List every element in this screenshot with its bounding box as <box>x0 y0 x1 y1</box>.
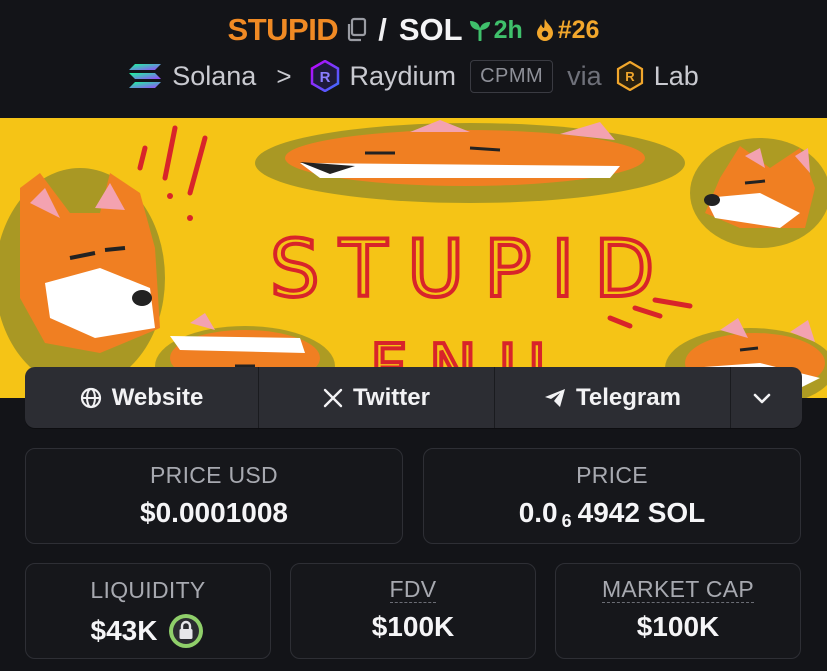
pair-age: 2h <box>469 16 523 45</box>
fdv-value: $100K <box>371 611 455 643</box>
flame-icon <box>536 19 553 41</box>
price-usd-value: $0.0001008 <box>140 497 288 528</box>
liquidity-value-row: $43K <box>26 612 270 650</box>
price-usd-label: PRICE USD <box>150 462 278 488</box>
price-native-value: 0.0 6 4942 SOL <box>424 497 800 531</box>
banner-text-stupid: STUPID <box>270 225 674 315</box>
x-icon <box>323 388 343 407</box>
svg-text:R: R <box>319 69 330 86</box>
token-banner: STUPID FNU <box>0 118 827 398</box>
website-button[interactable]: Website <box>25 367 259 428</box>
price-native-prefix: 0.0 <box>518 497 558 528</box>
fdv-label[interactable]: FDV <box>389 577 437 604</box>
price-native-zero-count: 6 <box>561 510 572 531</box>
market-cap-label[interactable]: MARKET CAP <box>601 577 755 604</box>
price-usd-card: PRICE USD $0.0001008 <box>25 448 403 544</box>
solana-icon <box>129 64 162 88</box>
dex-name: Raydium <box>349 60 457 91</box>
fdv-card: FDV $100K <box>290 563 536 659</box>
pair-age-value: 2h <box>493 15 523 44</box>
pair-separator: / <box>378 12 387 47</box>
price-native-label: PRICE <box>576 462 648 488</box>
social-links: Website Twitter Telegram <box>25 367 802 428</box>
raydium-icon: R <box>310 60 339 92</box>
liquidity-card: LIQUIDITY $43K <box>25 563 271 659</box>
price-native-card: PRICE 0.0 6 4942 SOL <box>423 448 801 544</box>
liquidity-lock-icon[interactable] <box>167 612 205 650</box>
breadcrumb: Solana > R Raydium CPMM via R Lab <box>0 55 827 97</box>
telegram-button[interactable]: Telegram <box>495 367 731 428</box>
banner-artwork: STUPID FNU <box>0 118 827 398</box>
liquidity-value: $43K <box>90 615 158 646</box>
launchpad-lab[interactable]: R Lab <box>616 61 699 92</box>
trending-rank-value: #26 <box>557 15 600 44</box>
twitter-button[interactable]: Twitter <box>259 367 495 428</box>
telegram-label: Telegram <box>576 383 681 411</box>
chevron-down-icon <box>753 393 770 403</box>
more-links-button[interactable] <box>731 367 802 428</box>
trending-rank[interactable]: #26 <box>535 15 600 45</box>
chain-name: Solana <box>172 60 257 91</box>
price-native-suffix: 4942 SOL <box>577 497 706 528</box>
chain-solana[interactable]: Solana <box>128 61 256 92</box>
breadcrumb-separator: > <box>276 60 292 91</box>
twitter-label: Twitter <box>353 383 430 411</box>
token-ticker: STUPID <box>227 12 339 47</box>
quote-token: SOL <box>398 12 463 47</box>
dex-raydium[interactable]: R Raydium <box>310 60 457 92</box>
telegram-icon <box>545 388 566 407</box>
globe-icon <box>80 387 101 408</box>
launchpad-name: Lab <box>653 60 699 91</box>
market-cap-value: $100K <box>636 611 720 643</box>
pool-type-badge: CPMM <box>470 59 554 93</box>
svg-text:R: R <box>625 69 635 84</box>
via-label: via <box>567 60 602 91</box>
copy-icon[interactable] <box>346 17 368 43</box>
lab-icon: R <box>616 61 643 91</box>
liquidity-label: LIQUIDITY <box>90 577 206 603</box>
seedling-icon <box>469 21 490 41</box>
pair-title: STUPID / SOL 2h #26 <box>0 10 827 50</box>
website-label: Website <box>111 383 204 411</box>
market-cap-card: MARKET CAP $100K <box>555 563 801 659</box>
